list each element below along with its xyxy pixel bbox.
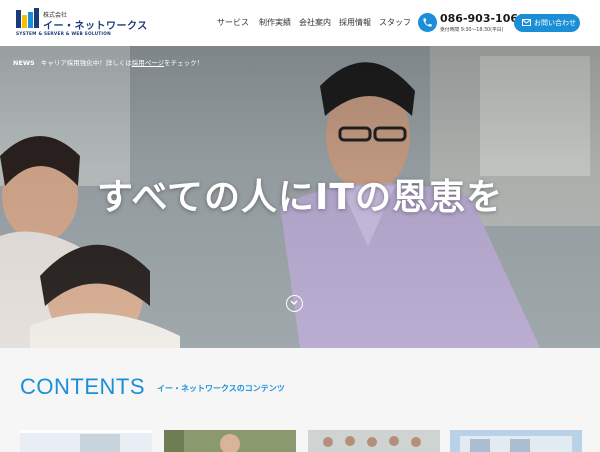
content-card-image: [308, 430, 440, 452]
content-card[interactable]: [164, 430, 296, 452]
news-ticker: NEWS キャリア採用強化中！詳しくは採用ページをチェック！: [13, 57, 203, 67]
phone-number: 086-903-1060: [440, 12, 526, 25]
content-card-image: [20, 430, 152, 452]
contact-button[interactable]: お問い合わせ: [514, 14, 580, 32]
contents-section: CONTENTS イー・ネットワークスのコンテンツ: [0, 348, 600, 452]
hero-headline: すべての人にITの恩恵を: [97, 177, 503, 218]
news-label: NEWS: [13, 59, 35, 67]
site-header: 株式会社 イー・ネットワークス SYSTEM & SERVER & WEB SO…: [0, 0, 600, 46]
logo-company-name: イー・ネットワークス: [43, 21, 148, 32]
news-text-after: をチェック！: [164, 59, 204, 67]
contents-subtitle: イー・ネットワークスのコンテンツ: [157, 384, 285, 393]
nav-item-services[interactable]: サービス: [217, 17, 249, 28]
nav-item-company[interactable]: 会社案内: [299, 17, 331, 28]
chevron-down-circle-icon[interactable]: [286, 295, 303, 312]
company-logo[interactable]: 株式会社 イー・ネットワークス SYSTEM & SERVER & WEB SO…: [16, 8, 147, 38]
content-card[interactable]: [20, 430, 152, 452]
logo-tagline: SYSTEM & SERVER & WEB SOLUTION: [16, 32, 111, 37]
nav-item-works[interactable]: 制作実績: [259, 17, 291, 28]
content-card[interactable]: [450, 430, 582, 452]
content-card-image: [450, 430, 582, 452]
mail-icon: [522, 19, 531, 26]
nav-item-recruit[interactable]: 採用情報: [339, 17, 371, 28]
phone-hours: 受付時間 9:30〜18:30(平日): [440, 28, 504, 33]
content-card[interactable]: [308, 430, 440, 452]
hero-section: NEWS キャリア採用強化中！詳しくは採用ページをチェック！ すべての人にITの恩…: [0, 46, 600, 348]
news-text-before: キャリア採用強化中！詳しくは: [40, 59, 132, 67]
nav-item-staff[interactable]: スタッフ: [379, 17, 411, 28]
content-card-image: [164, 430, 296, 452]
news-recruit-link[interactable]: 採用ページ: [132, 59, 164, 67]
contact-button-label: お問い合わせ: [534, 19, 576, 27]
logo-mark-icon: [16, 8, 39, 28]
phone-icon: [418, 13, 437, 32]
phone-contact[interactable]: 086-903-1060 受付時間 9:30〜18:30(平日): [418, 12, 528, 35]
contents-title: CONTENTS: [20, 374, 145, 399]
